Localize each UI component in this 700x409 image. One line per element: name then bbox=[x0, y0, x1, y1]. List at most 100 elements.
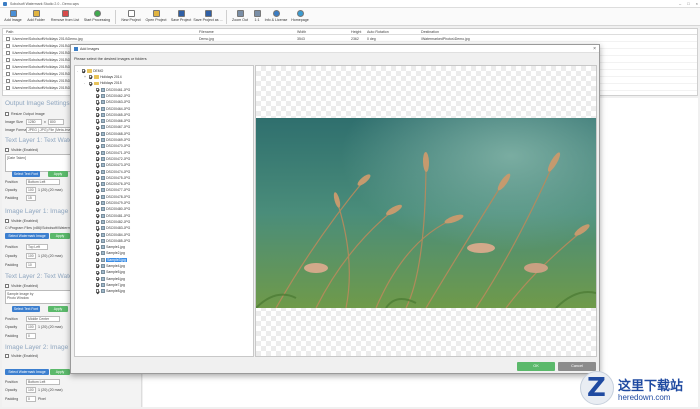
image2-position-select[interactable]: Bottom Left bbox=[26, 379, 60, 385]
text1-opacity-input[interactable]: 100 bbox=[26, 187, 36, 193]
tree-checkbox[interactable] bbox=[95, 157, 100, 161]
text1-visible-checkbox[interactable] bbox=[5, 148, 9, 152]
text1-apply-button[interactable]: Apply bbox=[48, 171, 68, 177]
row-checkbox[interactable] bbox=[6, 43, 10, 48]
tree-checkbox[interactable] bbox=[95, 131, 100, 136]
row-checkbox[interactable] bbox=[6, 71, 10, 76]
tree-checkbox[interactable] bbox=[88, 75, 93, 79]
column-header[interactable]: Destination bbox=[421, 30, 439, 34]
image1-padding-input[interactable]: 10 bbox=[26, 262, 36, 268]
height-input[interactable]: 800 bbox=[48, 119, 64, 125]
column-header[interactable]: Auto Rotation bbox=[367, 30, 389, 34]
tree-checkbox[interactable] bbox=[95, 270, 100, 275]
tree-checkbox[interactable] bbox=[81, 68, 86, 73]
image2-opacity-input[interactable]: 100 bbox=[26, 387, 36, 393]
toolbar-button-new-file[interactable]: New Project bbox=[119, 8, 143, 25]
toolbar-button-add-folder[interactable]: Add Folder bbox=[24, 8, 48, 25]
tree-image-node[interactable]: Sample6.jpg bbox=[91, 276, 125, 282]
tree-image-node[interactable]: Sample8.jpg bbox=[91, 289, 125, 295]
tree-image-node[interactable]: DSC00464.JPG bbox=[91, 106, 130, 112]
expand-toggle-icon[interactable]: + bbox=[84, 75, 87, 79]
image1-apply-button[interactable]: Apply bbox=[50, 233, 70, 239]
tree-checkbox[interactable] bbox=[95, 138, 100, 142]
image2-select-image-button[interactable]: Select Watermark Image bbox=[5, 369, 49, 375]
tree-image-node[interactable]: DSC00474.JPG bbox=[91, 169, 130, 175]
tree-checkbox[interactable] bbox=[95, 182, 100, 186]
tree-checkbox[interactable] bbox=[95, 125, 100, 130]
minimize-icon[interactable]: – bbox=[679, 1, 681, 6]
tree-image-node[interactable]: Sample7.jpg bbox=[91, 282, 125, 288]
tree-image-node[interactable]: Sample5.jpg bbox=[91, 270, 125, 276]
toolbar-button-zoom-out[interactable]: Zoom Out bbox=[230, 8, 250, 25]
expand-toggle-icon[interactable]: - bbox=[84, 81, 87, 85]
tree-image-node[interactable]: DSC00463.JPG bbox=[91, 100, 130, 106]
tree-checkbox[interactable] bbox=[95, 119, 100, 123]
tree-image-node[interactable]: DSC00467.JPG bbox=[91, 125, 130, 131]
image2-apply-button[interactable]: Apply bbox=[50, 369, 70, 375]
text1-select-font-button[interactable]: Select Text Font bbox=[12, 171, 40, 177]
tree-checkbox[interactable] bbox=[95, 289, 100, 294]
row-checkbox[interactable] bbox=[6, 57, 10, 62]
tree-checkbox[interactable] bbox=[95, 188, 100, 193]
toolbar-button-actual-size[interactable]: 1:1 bbox=[250, 8, 264, 25]
row-checkbox[interactable] bbox=[6, 85, 10, 90]
image1-position-select[interactable]: Top Left bbox=[26, 244, 48, 250]
tree-image-node[interactable]: DSC00480.JPG bbox=[91, 207, 130, 213]
tree-checkbox[interactable] bbox=[95, 232, 100, 237]
tree-checkbox[interactable] bbox=[95, 264, 100, 268]
tree-image-node[interactable]: DSC00481.JPG bbox=[91, 213, 130, 219]
tree-image-node[interactable]: DSC00466.JPG bbox=[91, 118, 130, 124]
text2-padding-input[interactable]: 0 bbox=[26, 333, 36, 339]
tree-checkbox[interactable] bbox=[95, 257, 100, 262]
tree-image-node[interactable]: DSC00483.JPG bbox=[91, 226, 130, 232]
tree-checkbox[interactable] bbox=[88, 81, 93, 86]
tree-checkbox[interactable] bbox=[95, 201, 100, 205]
image1-visible-checkbox[interactable] bbox=[5, 219, 9, 223]
tree-checkbox[interactable] bbox=[95, 113, 100, 117]
close-icon[interactable]: × bbox=[696, 1, 698, 6]
tree-image-node[interactable]: DSC00462.JPG bbox=[91, 93, 130, 99]
row-checkbox[interactable] bbox=[6, 36, 10, 41]
row-checkbox[interactable] bbox=[6, 64, 10, 69]
tree-checkbox[interactable] bbox=[95, 176, 100, 180]
toolbar-button-add-image[interactable]: Add Image bbox=[2, 8, 24, 25]
text2-position-select[interactable]: Middle Center bbox=[26, 316, 60, 322]
table-row[interactable]: \Users\me\Sobolsoft\Holidays 2014\Demo.j… bbox=[3, 35, 697, 42]
tree-checkbox[interactable] bbox=[95, 276, 100, 281]
tree-checkbox[interactable] bbox=[95, 226, 100, 231]
tree-image-node[interactable]: DSC00478.JPG bbox=[91, 194, 130, 200]
tree-checkbox[interactable] bbox=[95, 251, 100, 256]
tree-image-node[interactable]: DSC00473.JPG bbox=[91, 163, 130, 169]
ok-button[interactable]: OK bbox=[517, 362, 555, 371]
tree-image-node[interactable]: Sample4.jpg bbox=[91, 263, 125, 269]
tree-checkbox[interactable] bbox=[95, 220, 100, 224]
tree-image-node[interactable]: DSC00461.JPG bbox=[91, 87, 130, 93]
tree-folder-node[interactable]: - Holidays 2015 bbox=[84, 81, 122, 87]
tree-image-node[interactable]: Sample3.jpg bbox=[91, 257, 127, 263]
tree-checkbox[interactable] bbox=[95, 163, 100, 168]
width-input[interactable]: 1280 bbox=[26, 119, 42, 125]
column-header[interactable]: Height bbox=[351, 30, 361, 34]
tree-image-node[interactable]: DSC00469.JPG bbox=[91, 137, 130, 143]
folder-tree[interactable]: - DEMO + Holidays 2014- Holidays 2015 DSC0046… bbox=[74, 65, 254, 357]
row-checkbox[interactable] bbox=[6, 50, 10, 55]
text2-apply-button[interactable]: Apply bbox=[48, 306, 68, 312]
toolbar-button-save-as[interactable]: Save Project as ... bbox=[193, 8, 223, 25]
toolbar-button-remove[interactable]: Remove from List bbox=[48, 8, 82, 25]
text2-visible-checkbox[interactable] bbox=[5, 284, 9, 288]
tree-checkbox[interactable] bbox=[95, 194, 100, 199]
tree-checkbox[interactable] bbox=[95, 213, 100, 218]
tree-image-node[interactable]: DSC00472.JPG bbox=[91, 156, 130, 162]
resize-checkbox[interactable] bbox=[5, 112, 9, 116]
tree-image-node[interactable]: Sample2.jpg bbox=[91, 251, 125, 257]
text2-textarea[interactable]: Sample Image by Photo Window bbox=[5, 290, 71, 304]
text1-padding-input[interactable]: 15 bbox=[26, 195, 36, 201]
image1-opacity-input[interactable]: 100 bbox=[26, 253, 36, 259]
text1-textarea[interactable]: [Date Taken] bbox=[5, 154, 71, 172]
tree-image-node[interactable]: DSC00479.JPG bbox=[91, 200, 130, 206]
tree-checkbox[interactable] bbox=[95, 239, 100, 243]
tree-image-node[interactable]: Sample1.jpg bbox=[91, 244, 125, 250]
toolbar-button-open-folder[interactable]: Open Project bbox=[143, 8, 169, 25]
tree-image-node[interactable]: DSC00485.JPG bbox=[91, 238, 130, 244]
format-select[interactable]: JPEG (.JPG) File (Meta-Image Changes) bbox=[26, 127, 72, 133]
